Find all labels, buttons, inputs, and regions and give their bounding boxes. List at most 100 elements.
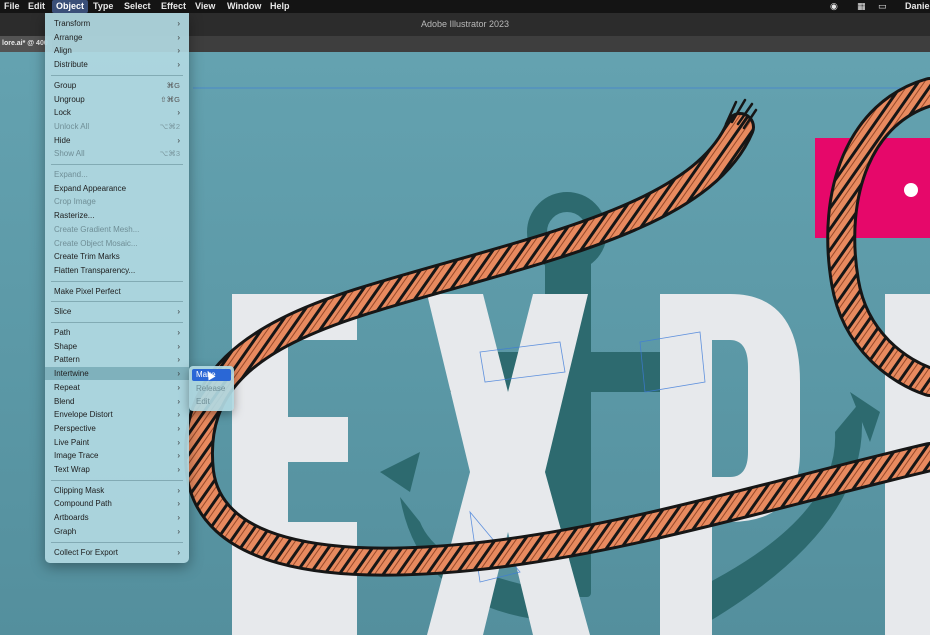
menu-item-hide[interactable]: Hide › <box>45 134 189 147</box>
menu-item-expand-appearance[interactable]: Expand Appearance <box>45 182 189 195</box>
chevron-right-icon: › <box>177 451 180 461</box>
chevron-right-icon: › <box>177 410 180 420</box>
menu-item-repeat[interactable]: Repeat › <box>45 381 189 394</box>
menu-item-label: Collect For Export <box>54 547 119 557</box>
menu-item-label: Lock <box>54 108 71 118</box>
menu-item-arrange[interactable]: Arrange › <box>45 31 189 44</box>
chevron-right-icon: › <box>177 341 180 351</box>
menubar-user-name[interactable]: Daniell <box>905 0 930 13</box>
menu-item-shortcut: ⌥⌘2 <box>159 121 180 131</box>
menu-item-label: Flatten Transparency... <box>54 265 136 275</box>
menu-item-transform[interactable]: Transform › <box>45 17 189 30</box>
menu-item-graph[interactable]: Graph › <box>45 525 189 538</box>
menu-item-distribute[interactable]: Distribute › <box>45 58 189 71</box>
menubar-view[interactable]: View <box>191 0 219 13</box>
menu-item-crop-image: Crop Image <box>45 195 189 208</box>
status-grid-icon[interactable]: ▦ <box>857 0 866 13</box>
menu-item-create-object-mosaic: Create Object Mosaic... <box>45 237 189 250</box>
menu-item-shape[interactable]: Shape › <box>45 340 189 353</box>
menu-item-artboards[interactable]: Artboards › <box>45 511 189 524</box>
menu-item-label: Path <box>54 328 71 337</box>
menu-item-shortcut: ⌥⌘3 <box>159 149 180 159</box>
menu-item-create-trim-marks[interactable]: Create Trim Marks <box>45 250 189 263</box>
menu-item-label: Arrange <box>54 32 83 42</box>
menubar-select[interactable]: Select <box>120 0 155 13</box>
menu-item-create-gradient-mesh: Create Gradient Mesh... <box>45 223 189 236</box>
menu-item-perspective[interactable]: Perspective › <box>45 422 189 435</box>
intertwine-release: Release <box>196 383 226 393</box>
menu-item-label: Align <box>54 46 72 56</box>
menu-item-label: Live Paint <box>54 437 90 447</box>
intertwine-submenu: Make Release Edit <box>189 366 234 411</box>
menu-item-label: Unlock All <box>54 121 90 131</box>
menu-separator <box>51 301 183 303</box>
chevron-right-icon: › <box>177 382 180 392</box>
menubar-type[interactable]: Type <box>89 0 117 13</box>
status-creative-cloud-icon[interactable]: ◉ <box>830 0 838 13</box>
menu-item-compound-path[interactable]: Compound Path › <box>45 497 189 510</box>
menu-item-collect-for-export[interactable]: Collect For Export › <box>45 546 189 559</box>
menu-item-text-wrap[interactable]: Text Wrap › <box>45 463 189 476</box>
chevron-right-icon: › <box>177 396 180 406</box>
menubar-object[interactable]: Object <box>52 0 89 13</box>
menubar-edit[interactable]: Edit <box>24 0 49 13</box>
chevron-right-icon: › <box>177 355 180 365</box>
app-title: Adobe Illustrator 2023 <box>420 19 510 29</box>
menu-item-make-pixel-perfect[interactable]: Make Pixel Perfect <box>45 285 189 298</box>
menu-item-label: Slice <box>54 307 72 317</box>
menu-item-group[interactable]: Group ⌘G <box>45 79 189 92</box>
menu-item-label: Create Object Mosaic... <box>54 238 138 248</box>
chevron-right-icon: › <box>177 307 180 317</box>
menu-item-label: Group <box>54 80 77 90</box>
menu-item-live-paint[interactable]: Live Paint › <box>45 436 189 449</box>
chevron-right-icon: › <box>177 60 180 70</box>
menu-separator <box>51 164 183 165</box>
menubar-window[interactable]: Window <box>223 0 265 13</box>
menu-item-label: Pattern <box>54 355 80 365</box>
menu-item-label: Create Gradient Mesh... <box>54 224 140 234</box>
menu-item-show-all: Show All ⌥⌘3 <box>45 147 189 160</box>
menubar-file[interactable]: File <box>0 0 24 13</box>
object-menu-dropdown: Transform › Arrange › Align › Distribute › Group… <box>45 13 189 563</box>
chevron-right-icon: › <box>177 485 180 495</box>
intertwine-edit: Edit <box>196 397 210 406</box>
status-battery-icon[interactable]: ▭ <box>878 0 887 13</box>
menu-item-flatten-transparency[interactable]: Flatten Transparency... <box>45 264 189 277</box>
menu-item-blend[interactable]: Blend › <box>45 395 189 408</box>
chevron-right-icon: › <box>177 465 180 474</box>
chevron-right-icon: › <box>177 513 180 523</box>
menubar-help[interactable]: Help <box>266 0 294 13</box>
menu-separator <box>51 479 183 481</box>
chevron-right-icon: › <box>177 19 180 28</box>
menu-separator <box>51 541 183 543</box>
chevron-right-icon: › <box>177 46 180 56</box>
menu-item-label: Hide <box>54 135 71 145</box>
menu-separator <box>51 74 183 76</box>
menu-item-intertwine[interactable]: Intertwine › <box>45 367 189 381</box>
magenta-dot <box>904 183 918 197</box>
document-tab-label: lore.ai* @ 400 <box>2 40 48 47</box>
chevron-right-icon: › <box>177 547 180 557</box>
menu-item-label: Ungroup <box>54 94 85 104</box>
menu-item-path[interactable]: Path › <box>45 326 189 339</box>
menu-item-ungroup[interactable]: Ungroup ⇧⌘G <box>45 93 189 106</box>
menu-item-label: Make Pixel Perfect <box>54 286 121 296</box>
menu-item-align[interactable]: Align › <box>45 44 189 57</box>
menu-item-expand: Expand... <box>45 168 189 181</box>
menu-item-image-trace[interactable]: Image Trace › <box>45 449 189 462</box>
chevron-right-icon: › <box>177 437 180 447</box>
menu-item-slice[interactable]: Slice › <box>45 305 189 318</box>
menu-item-label: Repeat <box>54 382 80 392</box>
menu-item-pattern[interactable]: Pattern › <box>45 353 189 366</box>
chevron-right-icon: › <box>177 499 180 509</box>
menu-item-label: Expand Appearance <box>54 183 127 193</box>
menu-item-shortcut: ⌘G <box>166 80 180 90</box>
chevron-right-icon: › <box>177 328 180 337</box>
menu-item-clipping-mask[interactable]: Clipping Mask › <box>45 484 189 497</box>
menubar-effect[interactable]: Effect <box>157 0 190 13</box>
menu-item-envelope-distort[interactable]: Envelope Distort › <box>45 408 189 421</box>
menu-item-lock[interactable]: Lock › <box>45 106 189 119</box>
menu-item-rasterize[interactable]: Rasterize... <box>45 209 189 222</box>
menu-item-label: Intertwine <box>54 369 89 379</box>
menu-separator <box>51 280 183 282</box>
